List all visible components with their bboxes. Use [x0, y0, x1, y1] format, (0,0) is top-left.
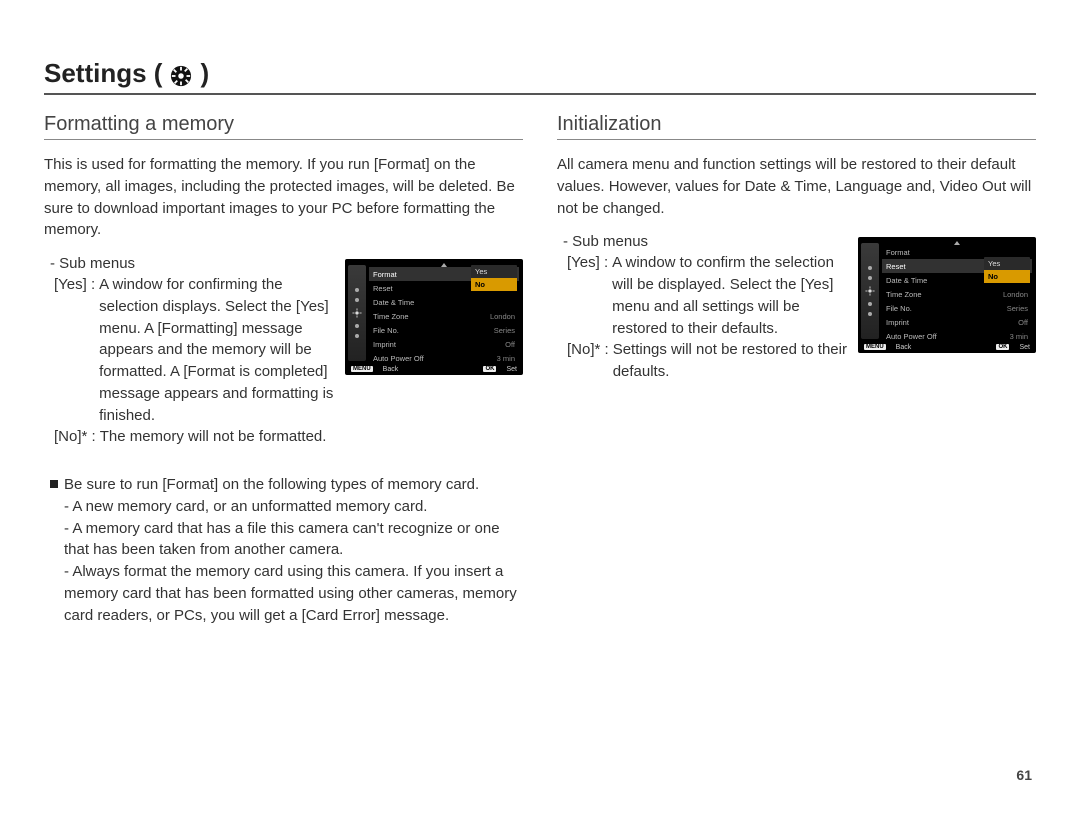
camera-footer: MENU Back OK Set	[858, 341, 1036, 353]
side-dot-icon	[868, 302, 872, 306]
popup-yes: Yes	[471, 265, 517, 278]
sub-menus-label: - Sub menus	[50, 255, 335, 272]
camera-menu-item: Imprint Off	[882, 315, 1032, 329]
chapter-title-text: Settings (	[44, 58, 162, 89]
camera-menu-value: Off	[1018, 318, 1028, 327]
side-dot-icon	[868, 266, 872, 270]
side-dot-icon	[868, 276, 872, 280]
left-column: Formatting a memory This is used for for…	[44, 113, 523, 626]
back-label: Back	[383, 366, 399, 373]
note-bullet-3: - Always format the memory card using th…	[64, 561, 523, 626]
camera-menu-label: Date & Time	[373, 298, 414, 307]
sub-menus-label: - Sub menus	[563, 233, 848, 250]
side-dot-icon	[355, 324, 359, 328]
camera-menu-label: Time Zone	[886, 290, 922, 299]
camera-menu-label: Reset	[373, 284, 393, 293]
camera-menu-label: Date & Time	[886, 276, 927, 285]
side-dot-icon	[355, 298, 359, 302]
side-dot-icon	[868, 312, 872, 316]
right-column: Initialization All camera menu and funct…	[557, 113, 1036, 626]
camera-menu-label: Reset	[886, 262, 906, 271]
menu-button-icon: MENU	[351, 366, 373, 372]
camera-menu-value: 3 min	[1010, 332, 1028, 341]
camera-menu-item: File No. Series	[882, 301, 1032, 315]
ok-button-icon: OK	[483, 366, 496, 372]
camera-menu-label: Time Zone	[373, 312, 409, 321]
no-desc: Settings will not be restored to their d…	[613, 339, 848, 383]
camera-screenshot-format: Format Reset Date & Time Time Zone London Fil…	[345, 259, 523, 375]
camera-menu-label: Format	[886, 248, 910, 257]
camera-menu-item: Date & Time	[369, 295, 519, 309]
camera-sidebar	[348, 265, 366, 361]
no-key: [No]* :	[54, 426, 96, 448]
yes-desc: A window to confirm the selection will b…	[612, 252, 848, 339]
popup-yes: Yes	[984, 257, 1030, 270]
set-label: Set	[1019, 344, 1030, 351]
camera-menu-label: Auto Power Off	[373, 354, 424, 363]
set-label: Set	[506, 366, 517, 373]
camera-menu-label: Auto Power Off	[886, 332, 937, 341]
camera-menu-value: Off	[505, 340, 515, 349]
page-number: 61	[1016, 767, 1032, 783]
yes-desc: A window for confirming the selection di…	[99, 274, 335, 426]
initialization-intro: All camera menu and function settings wi…	[557, 154, 1036, 219]
gear-icon	[352, 308, 362, 318]
yes-key: [Yes] :	[567, 252, 608, 339]
note-lead-text: Be sure to run [Format] on the following…	[64, 474, 479, 496]
camera-menu-value: London	[490, 312, 515, 321]
note-bullet-2: - A memory card that has a file this cam…	[64, 518, 523, 562]
camera-menu-item: Time Zone London	[369, 309, 519, 323]
camera-menu-label: File No.	[373, 326, 399, 335]
note-bullet-1: - A new memory card, or an unformatted m…	[64, 496, 523, 518]
no-desc: The memory will not be formatted.	[100, 426, 335, 448]
gear-icon	[865, 286, 875, 296]
camera-menu-value: London	[1003, 290, 1028, 299]
confirm-popup: Yes No	[984, 257, 1030, 283]
section-heading-formatting: Formatting a memory	[44, 113, 523, 140]
chapter-title-close: )	[200, 58, 209, 89]
confirm-popup: Yes No	[471, 265, 517, 291]
camera-menu-label: Imprint	[886, 318, 909, 327]
camera-menu-item: Time Zone London	[882, 287, 1032, 301]
camera-menu-label: Format	[373, 270, 397, 279]
camera-footer: MENU Back OK Set	[345, 363, 523, 375]
no-key: [No]* :	[567, 339, 609, 383]
camera-sidebar	[861, 243, 879, 339]
camera-menu-value: Series	[1007, 304, 1028, 313]
yes-key: [Yes] :	[54, 274, 95, 426]
popup-no: No	[471, 278, 517, 291]
camera-menu-label: Imprint	[373, 340, 396, 349]
back-label: Back	[896, 344, 912, 351]
menu-button-icon: MENU	[864, 344, 886, 350]
formatting-intro: This is used for formatting the memory. …	[44, 154, 523, 241]
ok-button-icon: OK	[996, 344, 1009, 350]
chapter-title: Settings ( )	[44, 58, 1036, 95]
format-notes: Be sure to run [Format] on the following…	[50, 474, 523, 626]
camera-menu-item: File No. Series	[369, 323, 519, 337]
side-dot-icon	[355, 334, 359, 338]
side-dot-icon	[355, 288, 359, 292]
section-heading-initialization: Initialization	[557, 113, 1036, 140]
camera-menu-value: 3 min	[497, 354, 515, 363]
popup-no: No	[984, 270, 1030, 283]
gear-icon	[170, 65, 192, 87]
camera-screenshot-reset: Format Reset Date & Time Time Zone London Fil…	[858, 237, 1036, 353]
square-bullet-icon	[50, 480, 58, 488]
camera-menu-item: Imprint Off	[369, 337, 519, 351]
camera-menu-label: File No.	[886, 304, 912, 313]
camera-menu-value: Series	[494, 326, 515, 335]
